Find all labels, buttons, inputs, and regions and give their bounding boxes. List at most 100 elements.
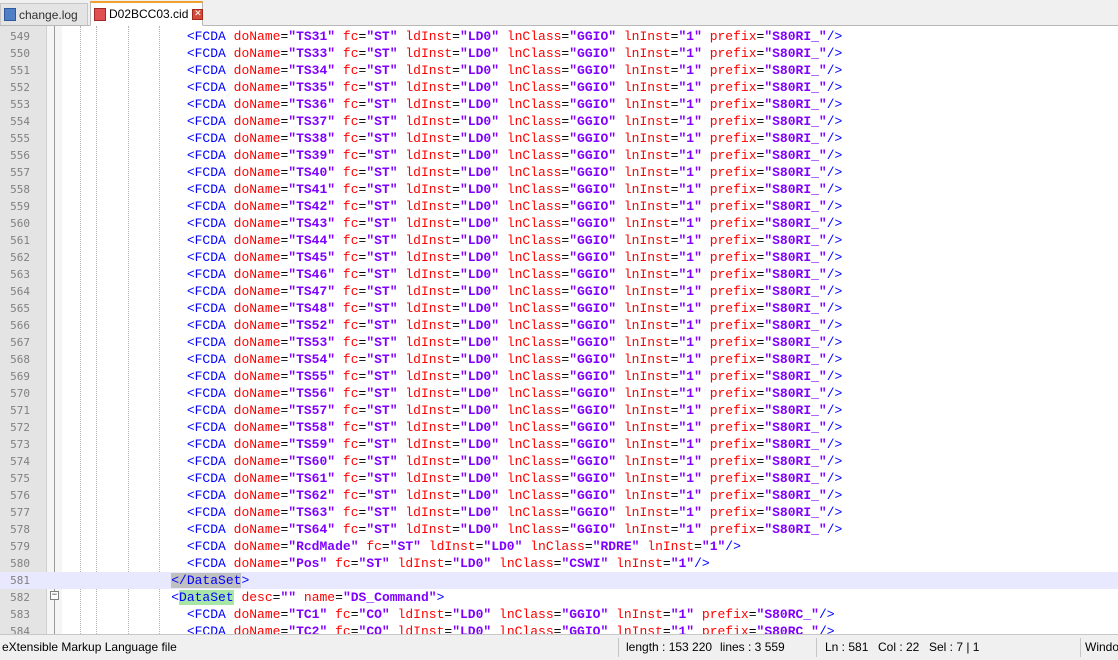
code-line[interactable]: 569 <FCDA doName="TS55" fc="ST" ldInst="… [0,368,1118,385]
line-number: 580 [10,557,30,570]
xml-attribute-name: fc [342,318,359,333]
xml-equals: = [452,352,460,367]
code-line[interactable]: 564 <FCDA doName="TS47" fc="ST" ldInst="… [0,283,1118,300]
code-line[interactable]: 576 <FCDA doName="TS62" fc="ST" ldInst="… [0,487,1118,504]
xml-attribute-name: doName [233,539,281,554]
code-text: <FCDA doName="TS33" fc="ST" ldInst="LD0"… [62,45,843,62]
xml-attribute-name: prefix [709,505,757,520]
xml-attribute-name: lnInst [623,250,671,265]
xml-equals: = [452,386,460,401]
xml-attribute-name: fc [342,437,359,452]
code-line[interactable]: 568 <FCDA doName="TS54" fc="ST" ldInst="… [0,351,1118,368]
tab-change-log[interactable]: change.log [0,3,88,25]
xml-attribute-name: prefix [709,131,757,146]
xml-tag: /> [826,522,843,537]
xml-attribute-name: lnInst [623,403,671,418]
code-line[interactable]: 566 <FCDA doName="TS52" fc="ST" ldInst="… [0,317,1118,334]
xml-tag: <FCDA [186,505,226,520]
xml-attribute-value: "LD0" [483,539,523,554]
xml-attribute-value: "ST" [366,199,398,214]
line-number: 578 [10,523,30,536]
code-line[interactable]: 582 <DataSet desc="" name="DS_Command"> [0,589,1118,606]
xml-attribute-value: "ST" [366,131,398,146]
xml-attribute-name: ldInst [405,114,453,129]
status-eol-format: Windo [1085,640,1118,654]
code-text: <FCDA doName="Pos" fc="ST" ldInst="LD0" … [62,555,710,572]
code-line[interactable]: 557 <FCDA doName="TS40" fc="ST" ldInst="… [0,164,1118,181]
code-line[interactable]: 571 <FCDA doName="TS57" fc="ST" ldInst="… [0,402,1118,419]
code-text: <FCDA doName="TS40" fc="ST" ldInst="LD0"… [62,164,843,181]
xml-attribute-name: fc [342,250,359,265]
xml-attribute-value: "LD0" [452,556,492,571]
code-editor[interactable]: − 549 <FCDA doName="TS31" fc="ST" ldInst… [0,26,1118,634]
xml-tag: /> [826,97,843,112]
xml-attribute-name: ldInst [405,284,453,299]
code-line[interactable]: 563 <FCDA doName="TS46" fc="ST" ldInst="… [0,266,1118,283]
xml-attribute-value: "GGIO" [569,318,617,333]
code-line[interactable]: 553 <FCDA doName="TS36" fc="ST" ldInst="… [0,96,1118,113]
code-line[interactable]: 570 <FCDA doName="TS56" fc="ST" ldInst="… [0,385,1118,402]
code-line[interactable]: 581 </DataSet> [0,572,1118,589]
code-line[interactable]: 559 <FCDA doName="TS42" fc="ST" ldInst="… [0,198,1118,215]
tab-label: change.log [19,7,78,22]
xml-attribute-value: "1" [678,505,702,520]
xml-equals: = [452,97,460,112]
xml-attribute-name: doName [233,267,281,282]
code-line[interactable]: 572 <FCDA doName="TS58" fc="ST" ldInst="… [0,419,1118,436]
xml-attribute-name: doName [233,80,281,95]
code-line[interactable]: 556 <FCDA doName="TS39" fc="ST" ldInst="… [0,147,1118,164]
status-length: length : 153 220 [626,640,713,654]
code-line[interactable]: 575 <FCDA doName="TS61" fc="ST" ldInst="… [0,470,1118,487]
code-line[interactable]: 549 <FCDA doName="TS31" fc="ST" ldInst="… [0,28,1118,45]
xml-equals: = [452,250,460,265]
xml-attribute-name: doName [233,63,281,78]
tab-d02bcc03-cid[interactable]: D02BCC03.cid ✕ [90,1,204,26]
code-line[interactable]: 577 <FCDA doName="TS63" fc="ST" ldInst="… [0,504,1118,521]
status-divider [1080,638,1081,657]
xml-tag: <FCDA [186,437,226,452]
xml-attribute-name: lnInst [623,46,671,61]
xml-attribute-name: doName [233,301,281,316]
xml-equals: = [452,131,460,146]
xml-attribute-value: "TS41" [288,182,336,197]
xml-attribute-name: lnInst [623,80,671,95]
code-line[interactable]: 584 <FCDA doName="TC2" fc="CO" ldInst="L… [0,623,1118,634]
xml-tag: /> [826,148,843,163]
line-number: 550 [10,47,30,60]
code-line[interactable]: 567 <FCDA doName="TS53" fc="ST" ldInst="… [0,334,1118,351]
xml-equals: = [452,488,460,503]
xml-tag: <FCDA [186,216,226,231]
xml-attribute-value: "1" [678,267,702,282]
code-text: <FCDA doName="TS37" fc="ST" ldInst="LD0"… [62,113,843,130]
code-line[interactable]: 565 <FCDA doName="TS48" fc="ST" ldInst="… [0,300,1118,317]
code-line[interactable]: 550 <FCDA doName="TS33" fc="ST" ldInst="… [0,45,1118,62]
xml-tag: <FCDA [186,454,226,469]
line-number: 569 [10,370,30,383]
code-line[interactable]: 580 <FCDA doName="Pos" fc="ST" ldInst="L… [0,555,1118,572]
xml-equals: = [452,114,460,129]
xml-tag: /> [818,607,835,622]
xml-equals: = [452,148,460,163]
xml-attribute-value: "1" [678,522,702,537]
xml-attribute-value: "TS63" [288,505,336,520]
code-line[interactable]: 579 <FCDA doName="RcdMade" fc="ST" ldIns… [0,538,1118,555]
code-line[interactable]: 555 <FCDA doName="TS38" fc="ST" ldInst="… [0,130,1118,147]
xml-attribute-name: lnClass [506,216,562,231]
status-bar: eXtensible Markup Language file length :… [0,634,1118,660]
xml-attribute-value: "1" [678,488,702,503]
code-line[interactable]: 573 <FCDA doName="TS59" fc="ST" ldInst="… [0,436,1118,453]
xml-attribute-value: "GGIO" [569,199,617,214]
code-line[interactable]: 574 <FCDA doName="TS60" fc="ST" ldInst="… [0,453,1118,470]
code-line[interactable]: 562 <FCDA doName="TS45" fc="ST" ldInst="… [0,249,1118,266]
code-line[interactable]: 583 <FCDA doName="TC1" fc="CO" ldInst="L… [0,606,1118,623]
code-line[interactable]: 558 <FCDA doName="TS41" fc="ST" ldInst="… [0,181,1118,198]
code-line[interactable]: 578 <FCDA doName="TS64" fc="ST" ldInst="… [0,521,1118,538]
code-line[interactable]: 561 <FCDA doName="TS44" fc="ST" ldInst="… [0,232,1118,249]
code-line[interactable]: 552 <FCDA doName="TS35" fc="ST" ldInst="… [0,79,1118,96]
xml-attribute-value: "1" [678,182,702,197]
code-line[interactable]: 560 <FCDA doName="TS43" fc="ST" ldInst="… [0,215,1118,232]
code-line[interactable]: 554 <FCDA doName="TS37" fc="ST" ldInst="… [0,113,1118,130]
xml-attribute-value: "GGIO" [569,46,617,61]
code-line[interactable]: 551 <FCDA doName="TS34" fc="ST" ldInst="… [0,62,1118,79]
close-tab-icon[interactable]: ✕ [192,8,204,20]
